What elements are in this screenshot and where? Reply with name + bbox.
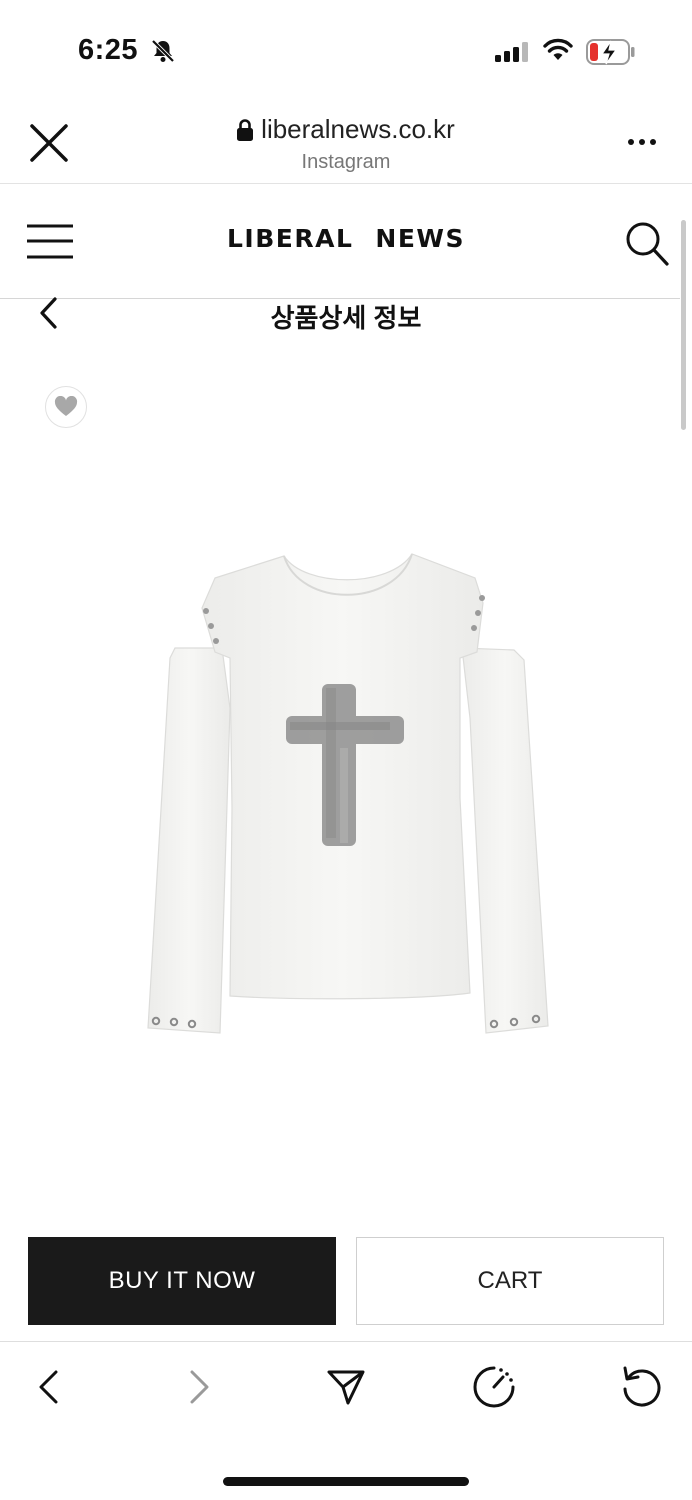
speed-button[interactable] (472, 1365, 516, 1414)
divider (0, 183, 692, 184)
divider (0, 1341, 692, 1342)
reload-button[interactable] (620, 1365, 664, 1414)
speed-icon (473, 1366, 515, 1408)
battery-charging-icon (586, 39, 636, 70)
buy-now-button[interactable]: BUY IT NOW (28, 1237, 336, 1325)
more-icon (628, 139, 656, 145)
logo-word-1: LIBERAL (227, 224, 354, 253)
signal-icon (495, 42, 531, 67)
status-time: 6:25 (78, 34, 139, 66)
home-indicator[interactable] (223, 1477, 469, 1486)
wishlist-button[interactable] (45, 386, 87, 428)
url-source: Instagram (301, 151, 391, 173)
search-icon (626, 222, 669, 266)
heart-icon (54, 396, 78, 416)
share-button[interactable] (326, 1368, 366, 1411)
url-bar[interactable]: liberalnews.co.kr (0, 114, 692, 148)
wifi-icon (543, 38, 573, 67)
search-button[interactable] (624, 219, 670, 272)
forward-arrow-icon (190, 1370, 209, 1404)
back-arrow-icon (39, 1370, 58, 1404)
share-icon (327, 1370, 365, 1405)
site-logo[interactable]: LIBERAL NEWS (0, 224, 692, 253)
lock-icon (237, 117, 254, 148)
product-image[interactable] (140, 548, 554, 1038)
browser-back-button[interactable] (36, 1369, 62, 1410)
add-to-cart-button[interactable]: CART (356, 1237, 664, 1325)
more-button[interactable] (626, 132, 660, 157)
url-text: liberalnews.co.kr (261, 114, 455, 144)
reload-icon (623, 1366, 661, 1407)
bell-slash-icon (150, 38, 176, 69)
page-title: 상품상세 정보 (270, 303, 422, 333)
browser-forward-button[interactable] (186, 1369, 212, 1410)
logo-word-2: NEWS (375, 224, 465, 253)
